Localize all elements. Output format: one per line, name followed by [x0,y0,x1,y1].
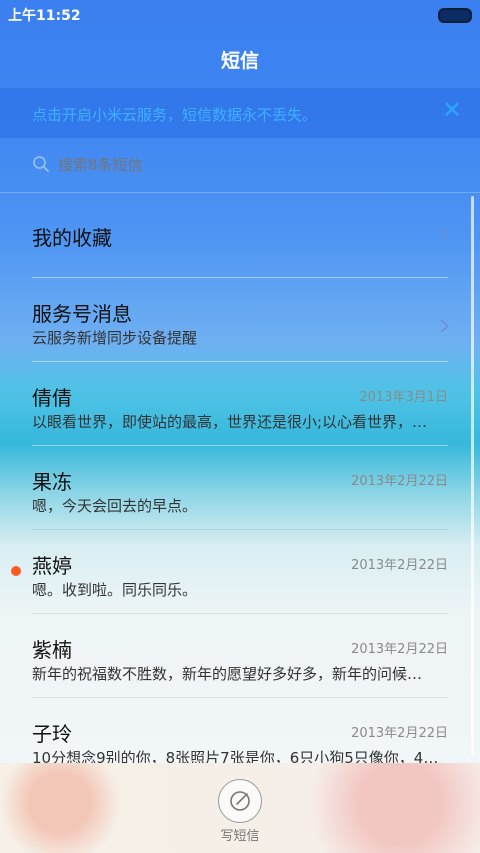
chevron-right-icon [440,228,450,240]
list-item[interactable]: 倩倩 2013年3月1日 以眼看世界，即使站的最高，世界还是很小;以心看世界，… [0,362,480,446]
compose-label: 写短信 [220,829,260,844]
list-item[interactable]: 果冻 2013年2月22日 嗯，今天会回去的早点。 [0,446,480,530]
battery-icon [438,8,472,23]
conversation-name: 子玲 [32,722,72,746]
banner-text: 点击开启小米云服务，短信数据永不丢失。 [32,106,318,124]
list-item[interactable]: 燕婷 2013年2月22日 嗯。收到啦。同乐同乐。 [0,530,480,614]
conversation-name: 燕婷 [32,554,72,578]
conversation-name: 紫楠 [32,638,72,662]
bottom-bar: 写短信 [0,763,480,853]
list-item[interactable]: 紫楠 2013年2月22日 新年的祝福数不胜数，新年的愿望好多好多，新年的问候… [0,614,480,698]
conversation-list: 我的收藏 服务号消息 云服务新增同步设备提醒 倩倩 2013年3月1日 以眼看世… [0,194,480,782]
conversation-preview: 嗯。收到啦。同乐同乐。 [32,581,198,599]
conversation-name: 我的收藏 [32,226,112,250]
conversation-date: 2013年2月22日 [351,558,448,573]
unread-dot [11,566,21,576]
conversation-date: 2013年2月22日 [351,474,448,489]
scrollbar[interactable] [471,196,474,756]
conversation-preview: 以眼看世界，即使站的最高，世界还是很小;以心看世界，… [32,413,428,431]
conversation-name: 服务号消息 [32,302,132,326]
conversation-date: 2013年2月22日 [351,642,448,657]
conversation-name: 倩倩 [32,386,72,410]
conversation-date: 2013年3月1日 [359,390,448,405]
cloud-service-banner[interactable]: 点击开启小米云服务，短信数据永不丢失。 ✕ [0,88,480,138]
search-bar[interactable] [0,140,480,193]
conversation-preview: 嗯，今天会回去的早点。 [32,497,198,515]
compose-button[interactable] [218,779,262,823]
compose-icon [230,791,250,811]
page-title: 短信 [220,50,259,72]
list-item-service-messages[interactable]: 服务号消息 云服务新增同步设备提醒 [0,278,480,362]
conversation-name: 果冻 [32,470,72,494]
search-input[interactable] [58,156,438,174]
close-icon[interactable]: ✕ [440,98,464,122]
conversation-preview: 云服务新增同步设备提醒 [32,329,198,347]
status-time: 上午11:52 [8,8,81,24]
search-icon [33,156,49,172]
conversation-preview: 新年的祝福数不胜数，新年的愿望好多好多，新年的问候… [32,665,423,683]
list-item-favorites[interactable]: 我的收藏 [0,194,480,278]
conversation-date: 2013年2月22日 [351,726,448,741]
status-bar: 上午11:52 [0,0,480,28]
chevron-right-icon [440,320,450,332]
